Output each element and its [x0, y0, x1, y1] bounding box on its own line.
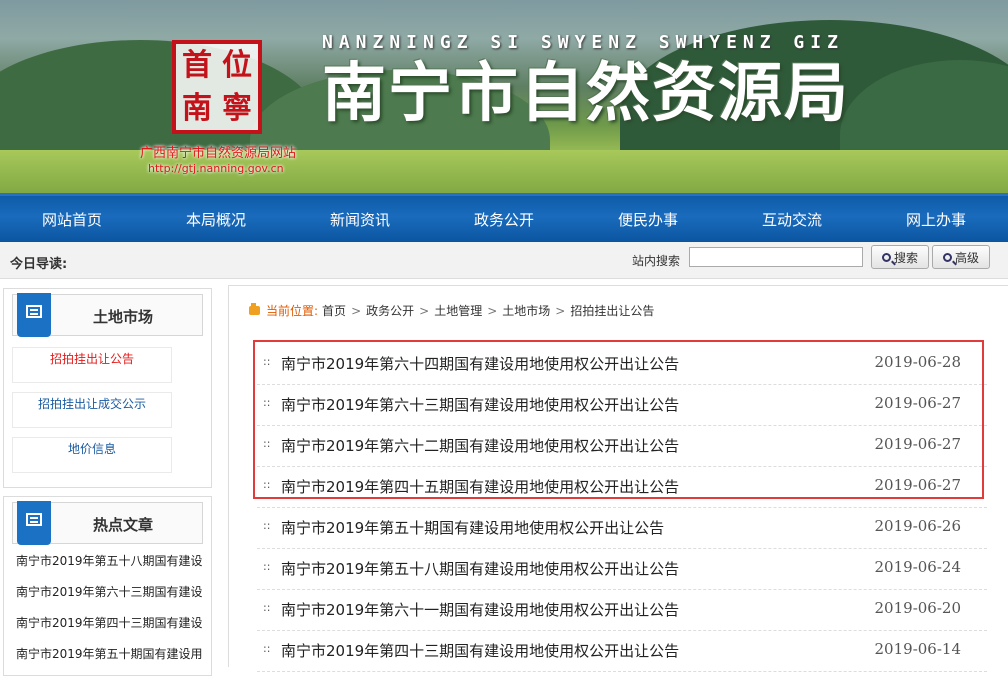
site-url: http://gtj.nanning.gov.cn [148, 162, 284, 175]
article-title[interactable]: 南宁市2019年第六十一期国有建设用地使用权公开出让公告 [281, 599, 679, 620]
banner-title: 南宁市自然资源局 [322, 57, 850, 131]
list-item[interactable]: :: 南宁市2019年第六十一期国有建设用地使用权公开出让公告 2019-06-… [257, 589, 987, 631]
article-date: 2019-06-26 [874, 517, 961, 535]
breadcrumb-public-affairs[interactable]: 政务公开 [366, 302, 414, 319]
list-item[interactable]: :: 南宁市2019年第六十二期国有建设用地使用权公开出让公告 2019-06-… [257, 425, 987, 467]
bullet-icon: :: [263, 560, 271, 573]
list-item[interactable]: :: 南宁市2019年第四十五期国有建设用地使用权公开出让公告 2019-06-… [257, 466, 987, 508]
document-icon [17, 293, 51, 337]
article-date: 2019-06-27 [874, 476, 961, 494]
bullet-icon: :: [263, 355, 271, 368]
land-market-panel: 土地市场 招拍挂出让公告 招拍挂出让成交公示 地价信息 [3, 288, 212, 488]
article-date: 2019-06-27 [874, 435, 961, 453]
article-date: 2019-06-24 [874, 558, 961, 576]
top-bar: 今日导读: 站内搜索 搜索 高级 [0, 242, 1008, 279]
panel-header: 土地市场 [12, 293, 203, 337]
advanced-search-button[interactable]: 高级 [932, 245, 990, 269]
nav-item-online-services[interactable]: 网上办事 [864, 196, 1008, 242]
search-icon [881, 252, 891, 262]
list-item[interactable]: :: 南宁市2019年第六十四期国有建设用地使用权公开出让公告 2019-06-… [257, 343, 987, 385]
search-label: 站内搜索 [632, 254, 681, 268]
breadcrumb-land-management[interactable]: 土地管理 [434, 302, 482, 319]
main-content: 当前位置: 首页 > 政务公开 > 土地管理 > 土地市场 > 招拍挂出让公告 … [228, 285, 1008, 672]
sidebar: 土地市场 招拍挂出让公告 招拍挂出让成交公示 地价信息 热点文章 南宁市2019… [0, 278, 215, 676]
list-item[interactable]: :: 南宁市2019年第五十八期国有建设用地使用权公开出让公告 2019-06-… [257, 548, 987, 590]
chevron-right-icon: > [555, 303, 566, 318]
hot-articles-panel: 热点文章 南宁市2019年第五十八期国有建设 南宁市2019年第六十三期国有建设… [3, 496, 212, 676]
article-date: 2019-06-27 [874, 394, 961, 412]
document-icon [17, 501, 51, 545]
site-banner: 首 位 南 寧 广西南宁市自然资源局网站 http://gtj.nanning.… [0, 0, 1008, 193]
article-title[interactable]: 南宁市2019年第五十期国有建设用地使用权公开出让公告 [281, 517, 664, 538]
nav-item-news[interactable]: 新闻资讯 [288, 196, 432, 242]
sidebar-link-land-price[interactable]: 地价信息 [12, 437, 172, 473]
search-icon [942, 252, 952, 262]
site-name: 广西南宁市自然资源局网站 [140, 146, 297, 161]
article-date: 2019-06-28 [874, 353, 961, 371]
advanced-button-label: 高级 [954, 250, 979, 265]
nav-item-home[interactable]: 网站首页 [0, 196, 144, 242]
article-title[interactable]: 南宁市2019年第四十三期国有建设用地使用权公开出让公告 [281, 640, 679, 661]
article-title[interactable]: 南宁市2019年第六十四期国有建设用地使用权公开出让公告 [281, 353, 679, 374]
chevron-right-icon: > [351, 303, 362, 318]
list-item[interactable]: :: 南宁市2019年第五十期国有建设用地使用权公开出让公告 2019-06-2… [257, 507, 987, 549]
article-date: 2019-06-20 [874, 599, 961, 617]
panel-title: 热点文章 [93, 516, 154, 534]
bullet-icon: :: [263, 642, 271, 655]
panel-header: 热点文章 [12, 501, 203, 545]
breadcrumb-label: 当前位置: [266, 304, 319, 318]
seal-char: 位 [222, 47, 252, 83]
breadcrumb-current[interactable]: 招拍挂出让公告 [570, 302, 654, 319]
bullet-icon: :: [263, 437, 271, 450]
chevron-right-icon: > [419, 303, 430, 318]
breadcrumb: 当前位置: 首页 > 政务公开 > 土地管理 > 土地市场 > 招拍挂出让公告 [249, 302, 654, 319]
seal-char: 寧 [222, 90, 252, 126]
banner-pinyin: NANZNINGZ SI SWYENZ SWHYENZ GIZ [322, 32, 844, 53]
nav-item-about[interactable]: 本局概况 [144, 196, 288, 242]
breadcrumb-land-market[interactable]: 土地市场 [502, 302, 550, 319]
main-nav: 网站首页 本局概况 新闻资讯 政务公开 便民办事 互动交流 网上办事 [0, 193, 1008, 242]
bullet-icon: :: [263, 478, 271, 491]
search-input[interactable] [689, 247, 863, 267]
today-label: 今日导读: [10, 257, 68, 272]
article-date: 2019-06-14 [874, 640, 961, 658]
nav-item-services[interactable]: 便民办事 [576, 196, 720, 242]
hot-article-link[interactable]: 南宁市2019年第五十期国有建设用 [16, 645, 208, 662]
seal-char: 南 [182, 90, 212, 126]
logo-seal: 首 位 南 寧 [172, 40, 262, 134]
hot-article-link[interactable]: 南宁市2019年第六十三期国有建设 [16, 583, 208, 600]
panel-title: 土地市场 [93, 308, 154, 326]
nav-item-public-affairs[interactable]: 政务公开 [432, 196, 576, 242]
list-item[interactable]: :: 南宁市2019年第六十三期国有建设用地使用权公开出让公告 2019-06-… [257, 384, 987, 426]
list-item[interactable]: :: 南宁市2019年第四十三期国有建设用地使用权公开出让公告 2019-06-… [257, 630, 987, 672]
bullet-icon: :: [263, 601, 271, 614]
search-button-label: 搜索 [893, 250, 918, 265]
folder-icon [249, 303, 260, 315]
sidebar-link-auction-results[interactable]: 招拍挂出让成交公示 [12, 392, 172, 428]
article-title[interactable]: 南宁市2019年第四十五期国有建设用地使用权公开出让公告 [281, 476, 679, 497]
breadcrumb-home[interactable]: 首页 [322, 302, 346, 319]
article-title[interactable]: 南宁市2019年第六十二期国有建设用地使用权公开出让公告 [281, 435, 679, 456]
sidebar-link-auction-notice[interactable]: 招拍挂出让公告 [12, 347, 172, 383]
bullet-icon: :: [263, 396, 271, 409]
hot-article-link[interactable]: 南宁市2019年第五十八期国有建设 [16, 552, 208, 569]
article-title[interactable]: 南宁市2019年第五十八期国有建设用地使用权公开出让公告 [281, 558, 679, 579]
search-button[interactable]: 搜索 [871, 245, 929, 269]
seal-char: 首 [182, 47, 212, 83]
article-title[interactable]: 南宁市2019年第六十三期国有建设用地使用权公开出让公告 [281, 394, 679, 415]
bullet-icon: :: [263, 519, 271, 532]
nav-item-interaction[interactable]: 互动交流 [720, 196, 864, 242]
chevron-right-icon: > [487, 303, 498, 318]
hot-article-link[interactable]: 南宁市2019年第四十三期国有建设 [16, 614, 208, 631]
